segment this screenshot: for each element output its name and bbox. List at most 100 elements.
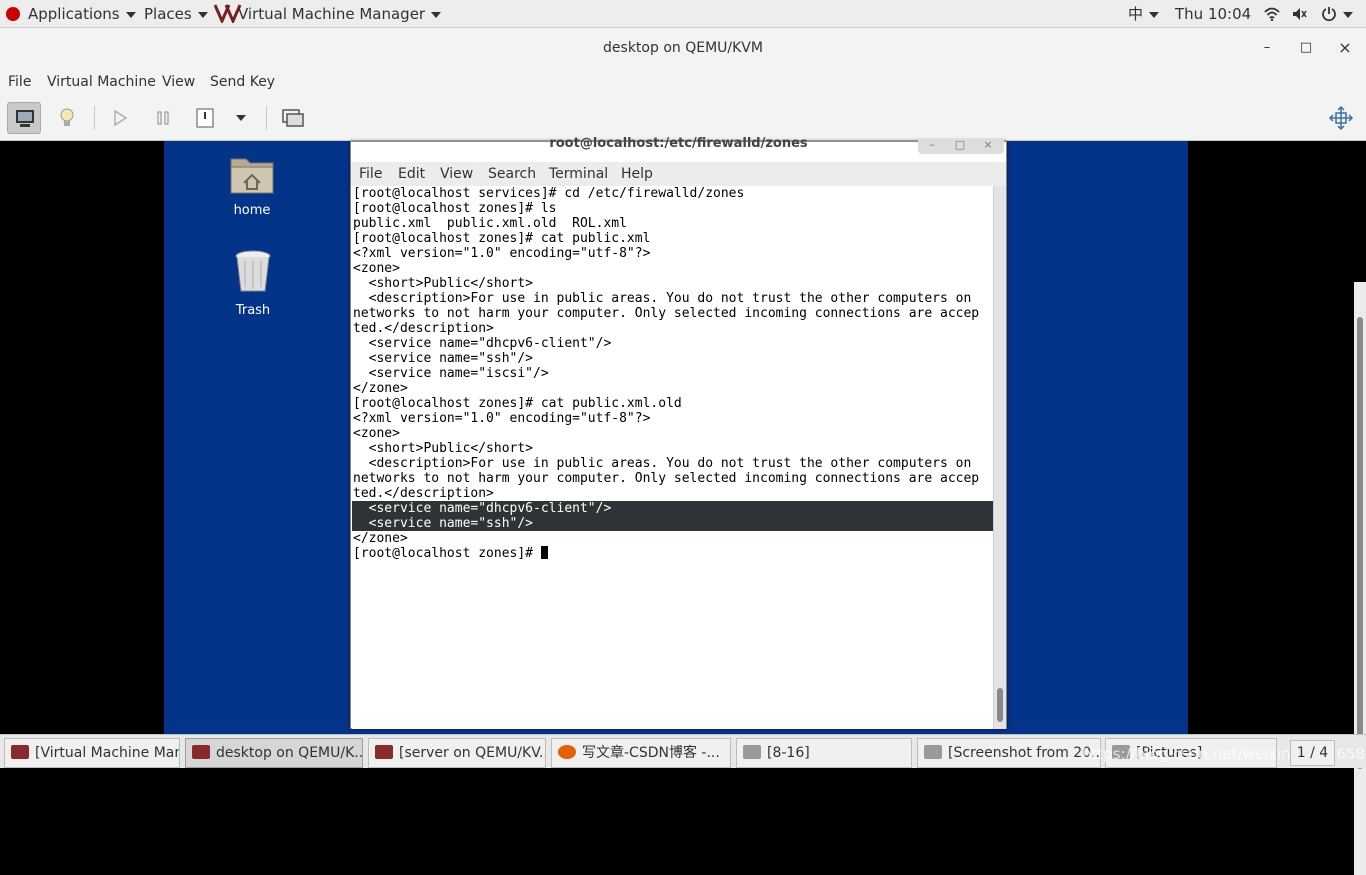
applications-menu[interactable]: Applications [6,0,136,28]
terminal-line: [root@localhost zones]# [352,546,993,561]
home-desktop-icon[interactable]: home [212,151,292,218]
chevron-down-icon [1149,11,1160,18]
toolbar-separator [94,106,95,130]
taskbar-item[interactable]: 写文章-CSDN博客 -... [551,738,731,768]
chevron-down-icon [431,11,442,18]
window-icon [375,745,393,759]
volume-icon[interactable] [1292,0,1308,28]
maximize-button[interactable]: □ [1296,38,1316,58]
taskbar-item-label: [Screenshot from 20... [948,745,1101,761]
input-method-indicator[interactable]: 中 [1128,0,1160,28]
taskbar-item-label: [8-16] [767,745,810,761]
vm-display[interactable]: home Trash root@localhost:/etc/firewalld… [0,136,1366,875]
terminal-line: <service name="ssh"/> [352,516,993,531]
terminal-line: <?xml version="1.0" encoding="utf-8"?> [353,411,651,426]
taskbar-item-label: desktop on QEMU/K... [216,745,363,761]
power-menu[interactable] [1321,0,1353,28]
app-name-label: Virtual Machine Manager [238,5,426,23]
home-label: home [233,203,271,218]
power-icon [196,108,214,128]
terminal-menu-view[interactable]: View [440,162,473,186]
monitor-icon [16,110,34,127]
lightbulb-icon [60,108,74,126]
terminal-line: [root@localhost zones]# cat public.xml [353,231,651,246]
wifi-icon[interactable] [1264,0,1280,28]
shutdown-button[interactable] [188,102,222,134]
terminal-maximize-button[interactable]: □ [946,138,974,151]
terminal-menubar: File Edit View Search Terminal Help [351,162,1006,186]
taskbar-item[interactable]: [Screenshot from 20... [917,738,1101,768]
menu-view[interactable]: View [162,68,195,96]
window-icon [11,745,29,759]
vm-scrollbar[interactable] [1354,282,1366,875]
pause-button[interactable] [146,102,180,134]
terminal-line: <short>Public</short> [353,276,534,291]
places-menu[interactable]: Places [144,0,208,28]
redhat-icon [6,7,20,21]
terminal-scrollbar[interactable] [993,186,1006,729]
console-button[interactable] [7,102,41,134]
terminal-output[interactable]: [root@localhost services]# cd /etc/firew… [352,186,993,729]
taskbar-item[interactable]: desktop on QEMU/K... [185,738,363,768]
terminal-line: <service name="dhcpv6-client"/> [352,501,993,516]
chevron-down-icon [1343,11,1353,18]
pause-icon [157,111,169,125]
taskbar-item-label: [Virtual Machine Man... [35,745,179,761]
clock-label: Thu 10:04 [1175,5,1252,23]
applications-label: Applications [28,5,120,23]
taskbar-item[interactable]: [8-16] [736,738,912,768]
terminal-window[interactable]: root@localhost:/etc/firewalld/zones – □ × … [350,136,1007,729]
terminal-close-button[interactable]: × [974,138,1002,151]
terminal-line: <?xml version="1.0" encoding="utf-8"?> [353,246,651,261]
minimize-button[interactable]: – [1257,38,1277,58]
terminal-title: root@localhost:/etc/firewalld/zones [549,136,808,151]
terminal-line: <zone> [353,261,400,276]
terminal-line: <service name="dhcpv6-client"/> [353,336,612,351]
top-panel: Applications Places Virtual Machine Mana… [0,0,1366,28]
close-button[interactable]: × [1335,38,1355,58]
workspace-pager[interactable]: 1 / 4 [1290,740,1335,766]
terminal-minimize-button[interactable]: – [918,138,946,151]
terminal-menu-help[interactable]: Help [621,162,653,186]
menu-send-key[interactable]: Send Key [210,68,275,96]
taskbar-item-label: 写文章-CSDN博客 -... [582,745,720,761]
vm-scrollbar-thumb[interactable] [1357,317,1363,769]
snapshot-icon [282,109,304,127]
trash-desktop-icon[interactable]: Trash [213,247,293,318]
app-menu[interactable]: Virtual Machine Manager [213,0,442,28]
taskbar-item[interactable]: [server on QEMU/KV... [368,738,546,768]
fullscreen-button[interactable] [1324,102,1358,134]
terminal-line: [root@localhost zones]# cat public.xml.o… [353,396,682,411]
clock[interactable]: Thu 10:04 [1175,0,1251,28]
details-button[interactable] [50,102,84,134]
window-icon [743,745,761,759]
terminal-line: networks to not harm your computer. Only… [353,306,980,321]
terminal-line: </zone> [353,381,408,396]
trash-icon [235,250,271,292]
shutdown-menu-button[interactable] [226,102,256,134]
terminal-line: ted.</description> [353,321,494,336]
terminal-line: <service name="iscsi"/> [353,366,549,381]
run-button[interactable] [103,102,137,134]
terminal-cursor [540,546,548,559]
terminal-menu-search[interactable]: Search [488,162,536,186]
terminal-menu-edit[interactable]: Edit [398,162,425,186]
terminal-menu-terminal[interactable]: Terminal [549,162,608,186]
window-icon [192,745,210,759]
terminal-line: ted.</description> [353,486,494,501]
input-method-label: 中 [1128,5,1144,23]
menu-file[interactable]: File [8,68,31,96]
terminal-line: <description>For use in public areas. Yo… [353,291,972,306]
terminal-line: networks to not harm your computer. Only… [353,471,980,486]
taskbar-item[interactable]: [Virtual Machine Man... [4,738,180,768]
menubar: File Virtual Machine View Send Key [0,68,1366,96]
terminal-scrollbar-thumb[interactable] [997,688,1003,722]
chevron-down-icon [197,11,208,18]
terminal-menu-file[interactable]: File [359,162,382,186]
snapshots-button[interactable] [276,102,310,134]
terminal-window-controls: – □ × [918,138,1004,154]
power-icon [1322,7,1336,22]
guest-desktop[interactable]: home Trash root@localhost:/etc/firewalld… [164,136,1188,734]
folder-icon [230,158,274,194]
menu-virtual-machine[interactable]: Virtual Machine [47,68,156,96]
